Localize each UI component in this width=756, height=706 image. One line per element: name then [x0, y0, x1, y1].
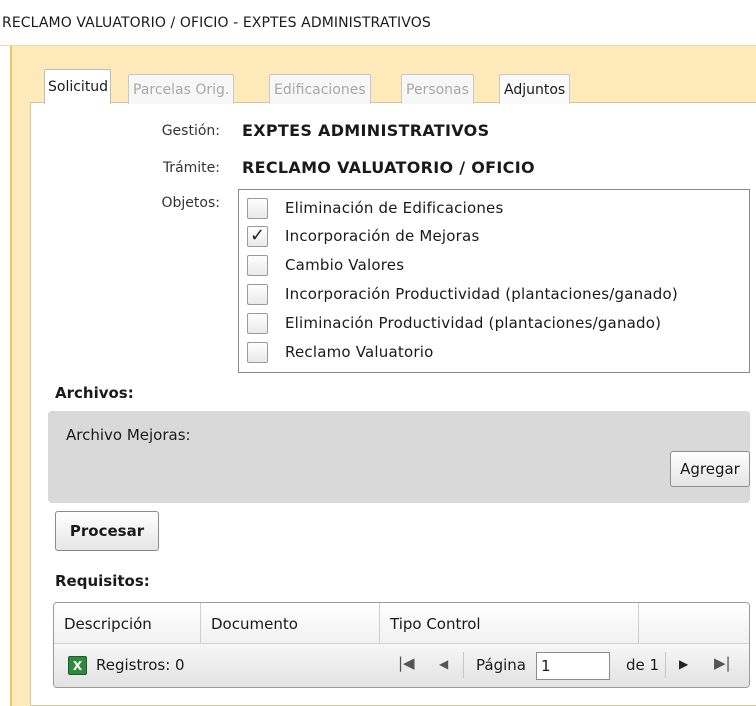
- procesar-button[interactable]: Procesar: [55, 511, 159, 551]
- archivos-panel: Archivo Mejoras: Agregar: [48, 411, 750, 503]
- window-title: RECLAMO VALUATORIO / OFICIO - EXPTES ADM…: [2, 15, 431, 31]
- grid-header: Descripción Documento Tipo Control: [54, 603, 749, 644]
- checkbox[interactable]: ✓: [247, 225, 268, 247]
- tab-adjuntos[interactable]: Adjuntos: [499, 74, 571, 104]
- objeto-item[interactable]: ✓ Incorporación de Mejoras: [247, 222, 479, 250]
- archivo-mejoras-label: Archivo Mejoras:: [66, 426, 191, 444]
- checkmark-icon: ✓: [249, 225, 266, 246]
- gestion-value: EXPTES ADMINISTRATIVOS: [242, 121, 490, 140]
- objeto-item[interactable]: Eliminación de Edificaciones: [247, 194, 503, 222]
- column-header-tipo-control[interactable]: Tipo Control: [380, 603, 639, 644]
- objeto-item[interactable]: Incorporación Productividad (plantacione…: [247, 280, 678, 308]
- checkbox[interactable]: [247, 283, 268, 305]
- pagina-label: Página: [476, 656, 526, 674]
- checkbox[interactable]: [247, 341, 268, 363]
- previous-page-icon[interactable]: ◀: [439, 657, 448, 671]
- tab-edificaciones[interactable]: Edificaciones: [269, 74, 371, 104]
- objeto-label: Cambio Valores: [285, 256, 405, 274]
- objetos-label: Objetos:: [161, 195, 220, 211]
- excel-export-icon[interactable]: X: [68, 656, 87, 675]
- tab-solicitud[interactable]: Solicitud: [44, 69, 112, 104]
- checkbox[interactable]: [247, 254, 268, 276]
- tab-personas[interactable]: Personas: [401, 74, 474, 104]
- column-header-documento[interactable]: Documento: [201, 603, 380, 644]
- last-page-icon[interactable]: ▶|: [714, 654, 731, 672]
- page-number-input[interactable]: [536, 652, 610, 680]
- archivos-title: Archivos:: [55, 384, 134, 402]
- requisitos-grid[interactable]: Descripción Documento Tipo Control X Reg…: [53, 602, 750, 688]
- checkbox[interactable]: [247, 197, 268, 219]
- page-count-label: de 1: [626, 656, 660, 674]
- objeto-label: Eliminación de Edificaciones: [285, 199, 504, 217]
- objeto-label: Reclamo Valuatorio: [285, 343, 434, 361]
- window-titlebar: RECLAMO VALUATORIO / OFICIO - EXPTES ADM…: [0, 0, 756, 46]
- column-header-empty[interactable]: [639, 603, 749, 644]
- objeto-label: Incorporación Productividad (plantacione…: [285, 285, 678, 303]
- column-header-descripcion[interactable]: Descripción: [54, 603, 201, 644]
- first-page-icon[interactable]: |◀: [398, 654, 415, 672]
- pager-separator: [665, 652, 666, 678]
- pager-separator: [463, 652, 464, 678]
- grid-pager: X Registros: 0 |◀ ◀ Página de 1 ▶ ▶|: [54, 644, 749, 687]
- gestion-label: Gestión:: [161, 123, 220, 139]
- agregar-button[interactable]: Agregar: [670, 451, 750, 487]
- objeto-label: Incorporación de Mejoras: [285, 227, 480, 245]
- requisitos-title: Requisitos:: [55, 572, 150, 590]
- objeto-item[interactable]: Eliminación Productividad (plantaciones/…: [247, 309, 661, 337]
- objetos-checklist[interactable]: Eliminación de Edificaciones ✓ Incorpora…: [238, 189, 750, 373]
- tramite-label: Trámite:: [162, 160, 220, 176]
- tab-parcelas-orig[interactable]: Parcelas Orig.: [128, 74, 235, 104]
- objeto-item[interactable]: Cambio Valores: [247, 251, 404, 279]
- tramite-value: RECLAMO VALUATORIO / OFICIO: [242, 158, 535, 177]
- registros-count: Registros: 0: [96, 656, 185, 674]
- checkbox[interactable]: [247, 312, 268, 334]
- next-page-icon[interactable]: ▶: [679, 657, 688, 671]
- objeto-item[interactable]: Reclamo Valuatorio: [247, 338, 433, 366]
- objeto-label: Eliminación Productividad (plantaciones/…: [285, 314, 662, 332]
